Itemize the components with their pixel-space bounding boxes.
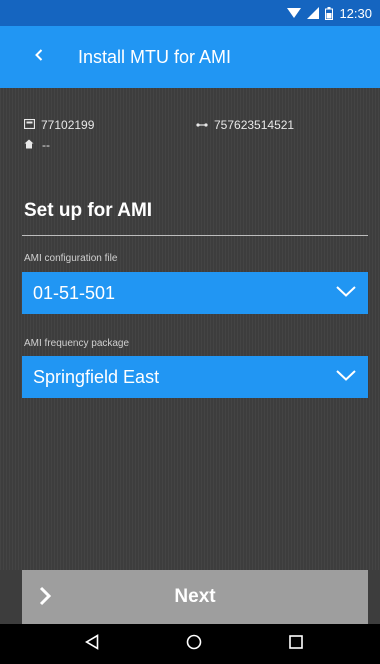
mtu-id: 757623514521 [214, 118, 295, 132]
mtu-link-icon [196, 118, 208, 132]
chevron-right-icon [38, 586, 52, 611]
app-bar: Install MTU for AMI [0, 26, 380, 88]
address-value: -- [42, 138, 50, 152]
frequency-package-label: AMI frequency package [24, 338, 130, 349]
system-nav-bar [0, 624, 380, 664]
battery-icon [325, 6, 334, 20]
square-recents-icon [289, 634, 303, 654]
device-info-row: 77102199 757623514521 [23, 118, 364, 132]
next-button-label: Next [174, 586, 216, 607]
frequency-package-value: Springfield East [33, 366, 160, 387]
divider [22, 235, 368, 236]
circle-home-icon [186, 634, 202, 655]
nav-home-button[interactable] [164, 624, 224, 664]
chevron-left-icon [35, 48, 43, 66]
meter-id: 77102199 [41, 118, 95, 132]
meter-info: 77102199 [23, 118, 95, 132]
status-bar: 12:30 [0, 0, 380, 26]
main-content: 77102199 757623514521 -- Set up for AMI … [0, 88, 380, 570]
nav-recents-button[interactable] [266, 624, 326, 664]
mtu-info: 757623514521 [196, 118, 294, 132]
triangle-back-icon [84, 633, 99, 655]
signal-icon [307, 7, 320, 19]
frequency-package-select[interactable]: Springfield East [22, 356, 368, 398]
page-title: Install MTU for AMI [78, 46, 232, 67]
meter-icon [23, 118, 36, 132]
config-file-select[interactable]: 01-51-501 [22, 272, 368, 314]
address-info: -- [24, 138, 50, 152]
back-button[interactable] [28, 37, 50, 77]
chevron-down-icon [336, 368, 356, 386]
next-button[interactable]: Next [22, 570, 368, 624]
section-title: Set up for AMI [24, 200, 153, 221]
chevron-down-icon [336, 284, 356, 302]
nav-back-button[interactable] [62, 624, 122, 664]
config-file-label: AMI configuration file [24, 253, 118, 264]
config-file-value: 01-51-501 [33, 282, 116, 303]
clock: 12:30 [339, 5, 372, 21]
wifi-icon [287, 7, 302, 19]
home-icon [24, 138, 34, 152]
